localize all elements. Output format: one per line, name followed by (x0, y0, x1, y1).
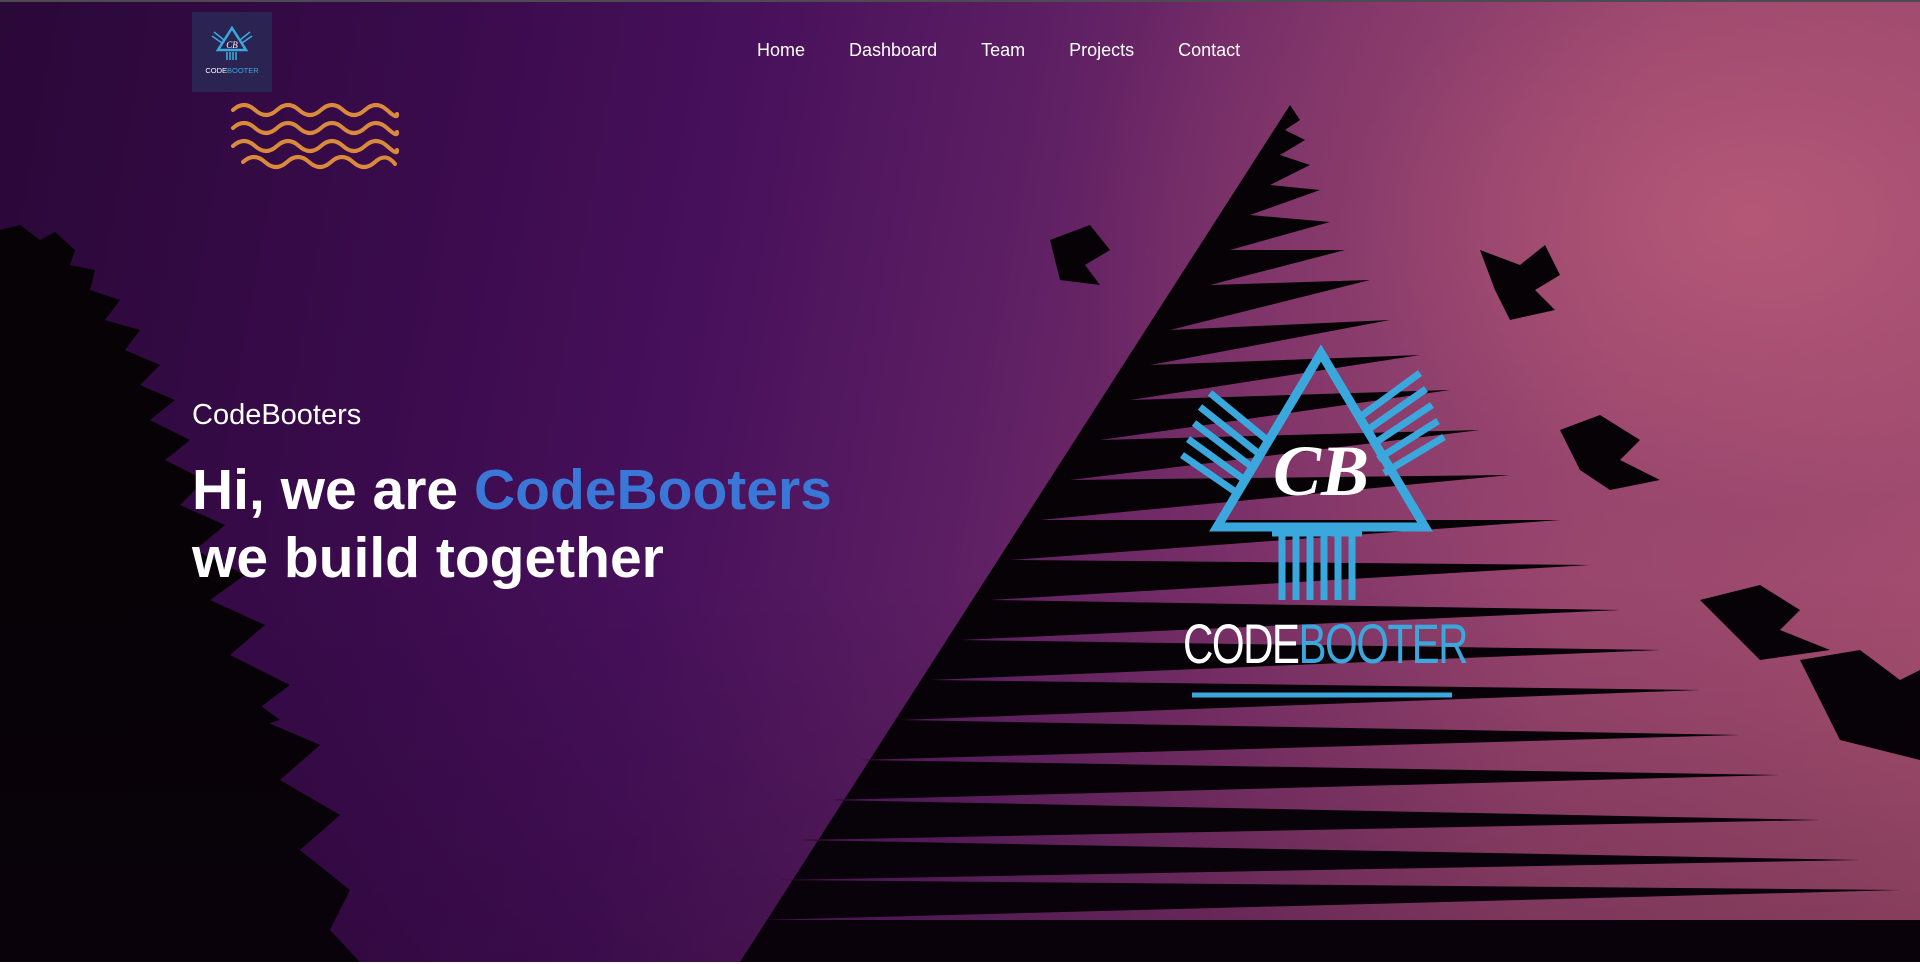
nav-contact[interactable]: Contact (1178, 38, 1240, 62)
hero-headline: Hi, we are CodeBooters we build together (192, 456, 832, 592)
logo-text-booter: BOOTER (227, 66, 259, 75)
nav-dashboard[interactable]: Dashboard (849, 38, 937, 62)
headline-accent: CodeBooters (473, 458, 832, 522)
big-logo-initials: CB (1273, 431, 1369, 511)
big-logo-text-booter: BOOTER (1298, 612, 1467, 675)
brand-logo-link[interactable]: CB CODEBOOTER (192, 12, 272, 92)
nav-projects[interactable]: Projects (1069, 38, 1134, 62)
hero-text-block: CodeBooters Hi, we are CodeBooters we bu… (192, 396, 832, 592)
nav-home[interactable]: Home (757, 38, 805, 62)
headline-prefix: Hi, we are (192, 458, 474, 522)
logo-initials: CB (226, 40, 238, 50)
nav-team[interactable]: Team (981, 38, 1025, 62)
codebooter-big-logo: CB CODEBOOTER (1180, 345, 1469, 698)
hero-eyebrow: CodeBooters (192, 399, 362, 431)
logo-wordmark: CODEBOOTER (205, 66, 259, 75)
hero-section: CB CODEBOOTER Home Dashboard Team Projec… (0, 0, 1920, 962)
decorative-waves-icon (231, 103, 400, 169)
logo-text-code: CODE (205, 66, 227, 75)
headline-line2: we build together (192, 526, 664, 590)
main-nav: Home Dashboard Team Projects Contact (757, 38, 1284, 62)
codebooter-logo-icon: CB CODEBOOTER (205, 25, 259, 75)
big-logo-text-code: CODE (1183, 612, 1298, 675)
page: CB CODEBOOTER Home Dashboard Team Projec… (0, 0, 1920, 964)
big-logo-wordmark: CODEBOOTER (1183, 612, 1467, 675)
